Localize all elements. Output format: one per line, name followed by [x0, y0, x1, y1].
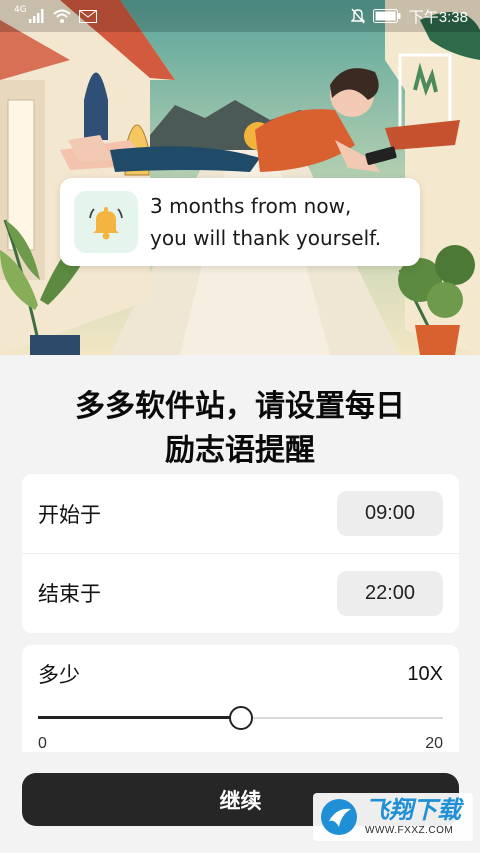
watermark-text: 飞翔下载 WWW.FXXZ.COM: [365, 798, 461, 836]
status-right: 下午3:38: [350, 6, 468, 27]
network-type-label: 4G: [14, 5, 27, 15]
watermark-main: 飞翔下载: [365, 796, 461, 824]
watermark-url: WWW.FXXZ.COM: [365, 825, 454, 836]
slider-min-label: 0: [38, 735, 47, 752]
bell-icon: [89, 207, 123, 240]
end-time-row: 结束于 22:00: [22, 553, 459, 632]
notification-icon-box: [74, 191, 138, 253]
end-time-picker[interactable]: 22:00: [337, 570, 443, 616]
title-line-2: 励志语提醒: [165, 433, 315, 468]
frequency-label: 多少: [38, 663, 80, 687]
start-time-label: 开始于: [38, 502, 101, 527]
signal-icon: [28, 9, 44, 23]
mute-icon: [350, 8, 365, 24]
mail-icon: [78, 9, 97, 23]
settings-panel: 多多软件站，请设置每日 励志语提醒 开始于 09:00 结束于 22:00 多少…: [0, 355, 480, 853]
site-watermark: 飞翔下载 WWW.FXXZ.COM: [313, 793, 473, 841]
slider-thumb[interactable]: [228, 706, 253, 730]
frequency-slider[interactable]: [38, 706, 443, 730]
battery-icon: [372, 9, 401, 23]
watermark-logo-icon: [321, 799, 357, 835]
frequency-card: 多少 10X 0 20: [22, 645, 459, 752]
end-time-label: 结束于: [38, 582, 101, 606]
notification-line-1: 3 months from now,: [150, 194, 352, 218]
wifi-icon: [53, 9, 71, 23]
status-bar: 4G 下午3:38: [0, 0, 480, 32]
slider-fill: [38, 716, 241, 719]
status-time: 下午3:38: [408, 8, 468, 26]
schedule-card: 开始于 09:00 结束于 22:00: [22, 474, 459, 633]
title-line-1: 多多软件站，请设置每日: [75, 389, 405, 424]
start-time-row: 开始于 09:00: [22, 474, 459, 553]
notification-text: 3 months from now, you will thank yourse…: [150, 190, 381, 254]
frequency-header: 多少 10X: [22, 645, 459, 689]
frequency-value: 10X: [407, 662, 443, 685]
start-time-picker[interactable]: 09:00: [337, 491, 443, 536]
sample-notification-card: 3 months from now, you will thank yourse…: [60, 178, 420, 266]
slider-max-label: 20: [425, 735, 443, 752]
notification-line-2: you will thank yourself.: [150, 226, 382, 250]
page-title: 多多软件站，请设置每日 励志语提醒: [0, 385, 480, 473]
status-left: 4G: [14, 5, 97, 23]
